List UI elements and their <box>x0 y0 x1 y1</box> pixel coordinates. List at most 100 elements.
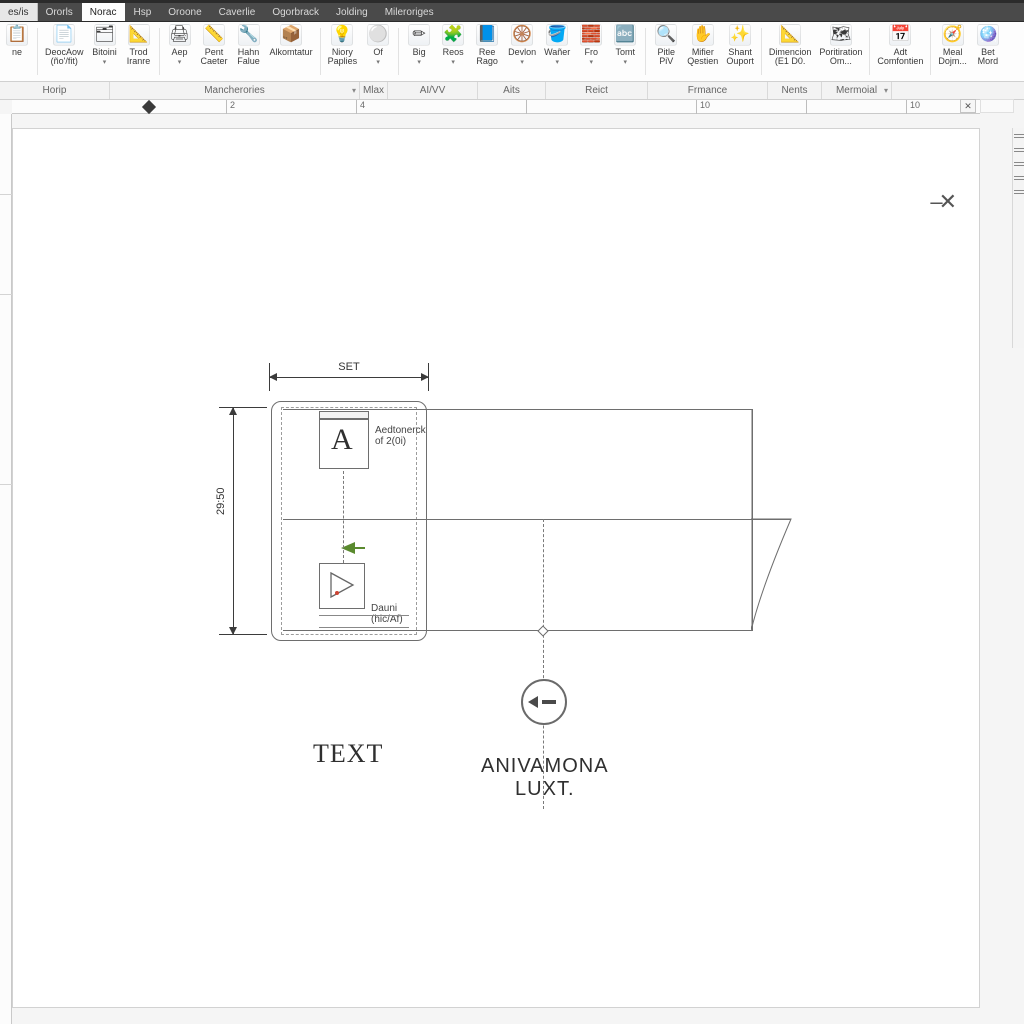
ribbon-label: Of <box>373 48 383 67</box>
ribbon-icon: 🗂 <box>94 24 116 46</box>
ribbon-label: MifierQestien <box>687 48 718 67</box>
ruler-options[interactable] <box>980 99 1014 113</box>
ribbon-btn-4[interactable]: 🖨Aep <box>163 22 197 81</box>
ribbon-icon: 📄 <box>53 24 75 46</box>
group-expand-icon[interactable]: ▾ <box>352 86 356 95</box>
ribbon-btn-12[interactable]: 📘ReeRago <box>470 22 504 81</box>
ribbon-btn-9[interactable]: ⚪ Of <box>361 22 395 81</box>
ribbon-icon: ⚪ <box>367 24 389 46</box>
menu-item-3[interactable]: Oroone <box>160 3 210 21</box>
ribbon-label: Fro <box>585 48 599 67</box>
ruler-tick: 10 <box>906 100 920 114</box>
ribbon-icon: 🪣 <box>546 24 568 46</box>
ribbon-btn-8[interactable]: 💡 NioryPaplies <box>324 22 362 81</box>
ribbon-label: ShantOuport <box>726 48 754 67</box>
ribbon-btn-2[interactable]: 🗂 Bitoini <box>88 22 122 81</box>
ribbon-icon: 💡 <box>331 24 353 46</box>
ribbon-label: Bitoini <box>92 48 117 67</box>
ribbon-btn-22[interactable]: 📅 AdtComfontien <box>873 22 927 81</box>
ribbon-group-4[interactable]: Aits <box>478 82 546 99</box>
ribbon-label: NioryPaplies <box>328 48 358 67</box>
body-midline <box>283 519 791 520</box>
ribbon-btn-10[interactable]: ✏Big <box>402 22 436 81</box>
ribbon-group-5[interactable]: Reict <box>546 82 648 99</box>
ribbon-label: Devlon <box>508 48 536 67</box>
ruler-tick <box>806 100 810 114</box>
nav-circle-button[interactable] <box>521 679 567 725</box>
ribbon: 📋ne📄DeocAow(ño'/fit)🗂Bitoini📐TrodIranre🖨… <box>0 22 1024 82</box>
ribbon-group-7[interactable]: Nents <box>768 82 822 99</box>
ribbon-btn-1[interactable]: 📄DeocAow(ño'/fit) <box>41 22 88 81</box>
ribbon-label: PitlePiV <box>658 48 676 67</box>
ribbon-icon: 📅 <box>889 24 911 46</box>
ribbon-label: Dimencion(E1 D0. <box>769 48 812 67</box>
ribbon-btn-20[interactable]: 📐 Dimencion(E1 D0. <box>765 22 816 81</box>
menu-item-0[interactable]: Ororls <box>38 3 82 21</box>
menu-item-7[interactable]: Mileroriges <box>377 3 443 21</box>
ribbon-btn-19[interactable]: ✨ShantOuport <box>722 22 758 81</box>
group-expand-icon[interactable]: ▾ <box>884 86 888 95</box>
block-a-note: Aedtonerck of 2(0i) <box>375 425 426 447</box>
block-a-letter: A <box>331 423 353 457</box>
menu-item-5[interactable]: Ogorbrack <box>264 3 328 21</box>
ribbon-group-0[interactable]: Horip <box>0 82 110 99</box>
ribbon-btn-16[interactable]: 🔤Tomt <box>608 22 642 81</box>
dimension-top-label: SET <box>269 361 429 373</box>
ruler-horizontal[interactable]: 2 4 10 10 <box>12 100 980 114</box>
menu-item-1[interactable]: Norac <box>82 3 126 21</box>
ribbon-group-6[interactable]: Frmance <box>648 82 768 99</box>
ribbon-btn-23[interactable]: 🧭 MealDojm... <box>934 22 971 81</box>
drawing-canvas[interactable]: –✕ SET 29:50 <box>12 128 980 1008</box>
ribbon-label: Big <box>413 48 426 67</box>
ribbon-btn-13[interactable]: 🛞 Devlon <box>504 22 540 81</box>
ribbon-group-8[interactable]: Mermoial▾ <box>822 82 892 99</box>
ribbon-btn-0[interactable]: 📋ne <box>0 22 34 81</box>
ruler-tick: 10 <box>696 100 710 114</box>
ribbon-group-2[interactable]: Mlax <box>360 82 388 99</box>
ruler-close-button[interactable]: ✕ <box>960 99 976 113</box>
ribbon-btn-14[interactable]: 🪣Wañer <box>540 22 574 81</box>
text-label: TEXT <box>313 739 383 769</box>
block-a-tab <box>319 411 369 419</box>
a-drop-line <box>343 471 344 563</box>
green-arrow-icon <box>341 539 365 557</box>
ribbon-btn-15[interactable]: 🧱 Fro <box>574 22 608 81</box>
ribbon-icon: 🛞 <box>511 24 533 46</box>
menu-item-4[interactable]: Caverlie <box>211 3 265 21</box>
ribbon-icon: 📘 <box>476 24 498 46</box>
ribbon-icon: 📋 <box>6 24 28 46</box>
ribbon-label: AdtComfontien <box>877 48 923 67</box>
ribbon-btn-11[interactable]: 🧩 Reos <box>436 22 470 81</box>
ribbon-btn-24[interactable]: 🪩BetMord <box>971 22 1005 81</box>
ribbon-icon: 🔧 <box>238 24 260 46</box>
ribbon-icon: 🖨 <box>169 24 191 46</box>
ribbon-icon: 🔍 <box>655 24 677 46</box>
ruler-vertical[interactable] <box>0 114 12 1024</box>
ribbon-label: TrodIranre <box>127 48 151 67</box>
menu-bar: es/is Ororls Norac Hsp Oroone Caverlie O… <box>0 3 1024 22</box>
menu-item-6[interactable]: Jolding <box>328 3 377 21</box>
ruler-tick: 4 <box>356 100 365 114</box>
ribbon-icon: 📐 <box>779 24 801 46</box>
ribbon-btn-18[interactable]: ✋MifierQestien <box>683 22 722 81</box>
ribbon-group-1[interactable]: Mancherories▾ <box>110 82 360 99</box>
side-panel-collapsed[interactable] <box>1012 128 1024 348</box>
ribbon-label: MealDojm... <box>938 48 967 67</box>
ribbon-btn-3[interactable]: 📐TrodIranre <box>122 22 156 81</box>
ribbon-icon: 🧩 <box>442 24 464 46</box>
ribbon-group-3[interactable]: AI/VV <box>388 82 478 99</box>
ribbon-icon: 🧭 <box>942 24 964 46</box>
ribbon-icon: 🧱 <box>580 24 602 46</box>
sub-block-note: Dauni (hic/Af) <box>371 603 403 625</box>
ribbon-btn-6[interactable]: 🔧HahnFalue <box>232 22 266 81</box>
menu-item-2[interactable]: Hsp <box>125 3 160 21</box>
close-overlay-icon[interactable]: –✕ <box>930 189 953 215</box>
ribbon-btn-5[interactable]: 📏PentCaeter <box>197 22 232 81</box>
ribbon-btn-21[interactable]: 🗺PoritirationOm... <box>815 22 866 81</box>
ribbon-btn-7[interactable]: 📦Alkomtatur <box>266 22 317 81</box>
ribbon-btn-17[interactable]: 🔍 PitlePiV <box>649 22 683 81</box>
ribbon-label: PoritirationOm... <box>819 48 862 67</box>
ribbon-label: Reos <box>443 48 464 67</box>
ruler-tab-marker[interactable] <box>142 100 156 114</box>
app-menu-box[interactable]: es/is <box>0 3 38 21</box>
